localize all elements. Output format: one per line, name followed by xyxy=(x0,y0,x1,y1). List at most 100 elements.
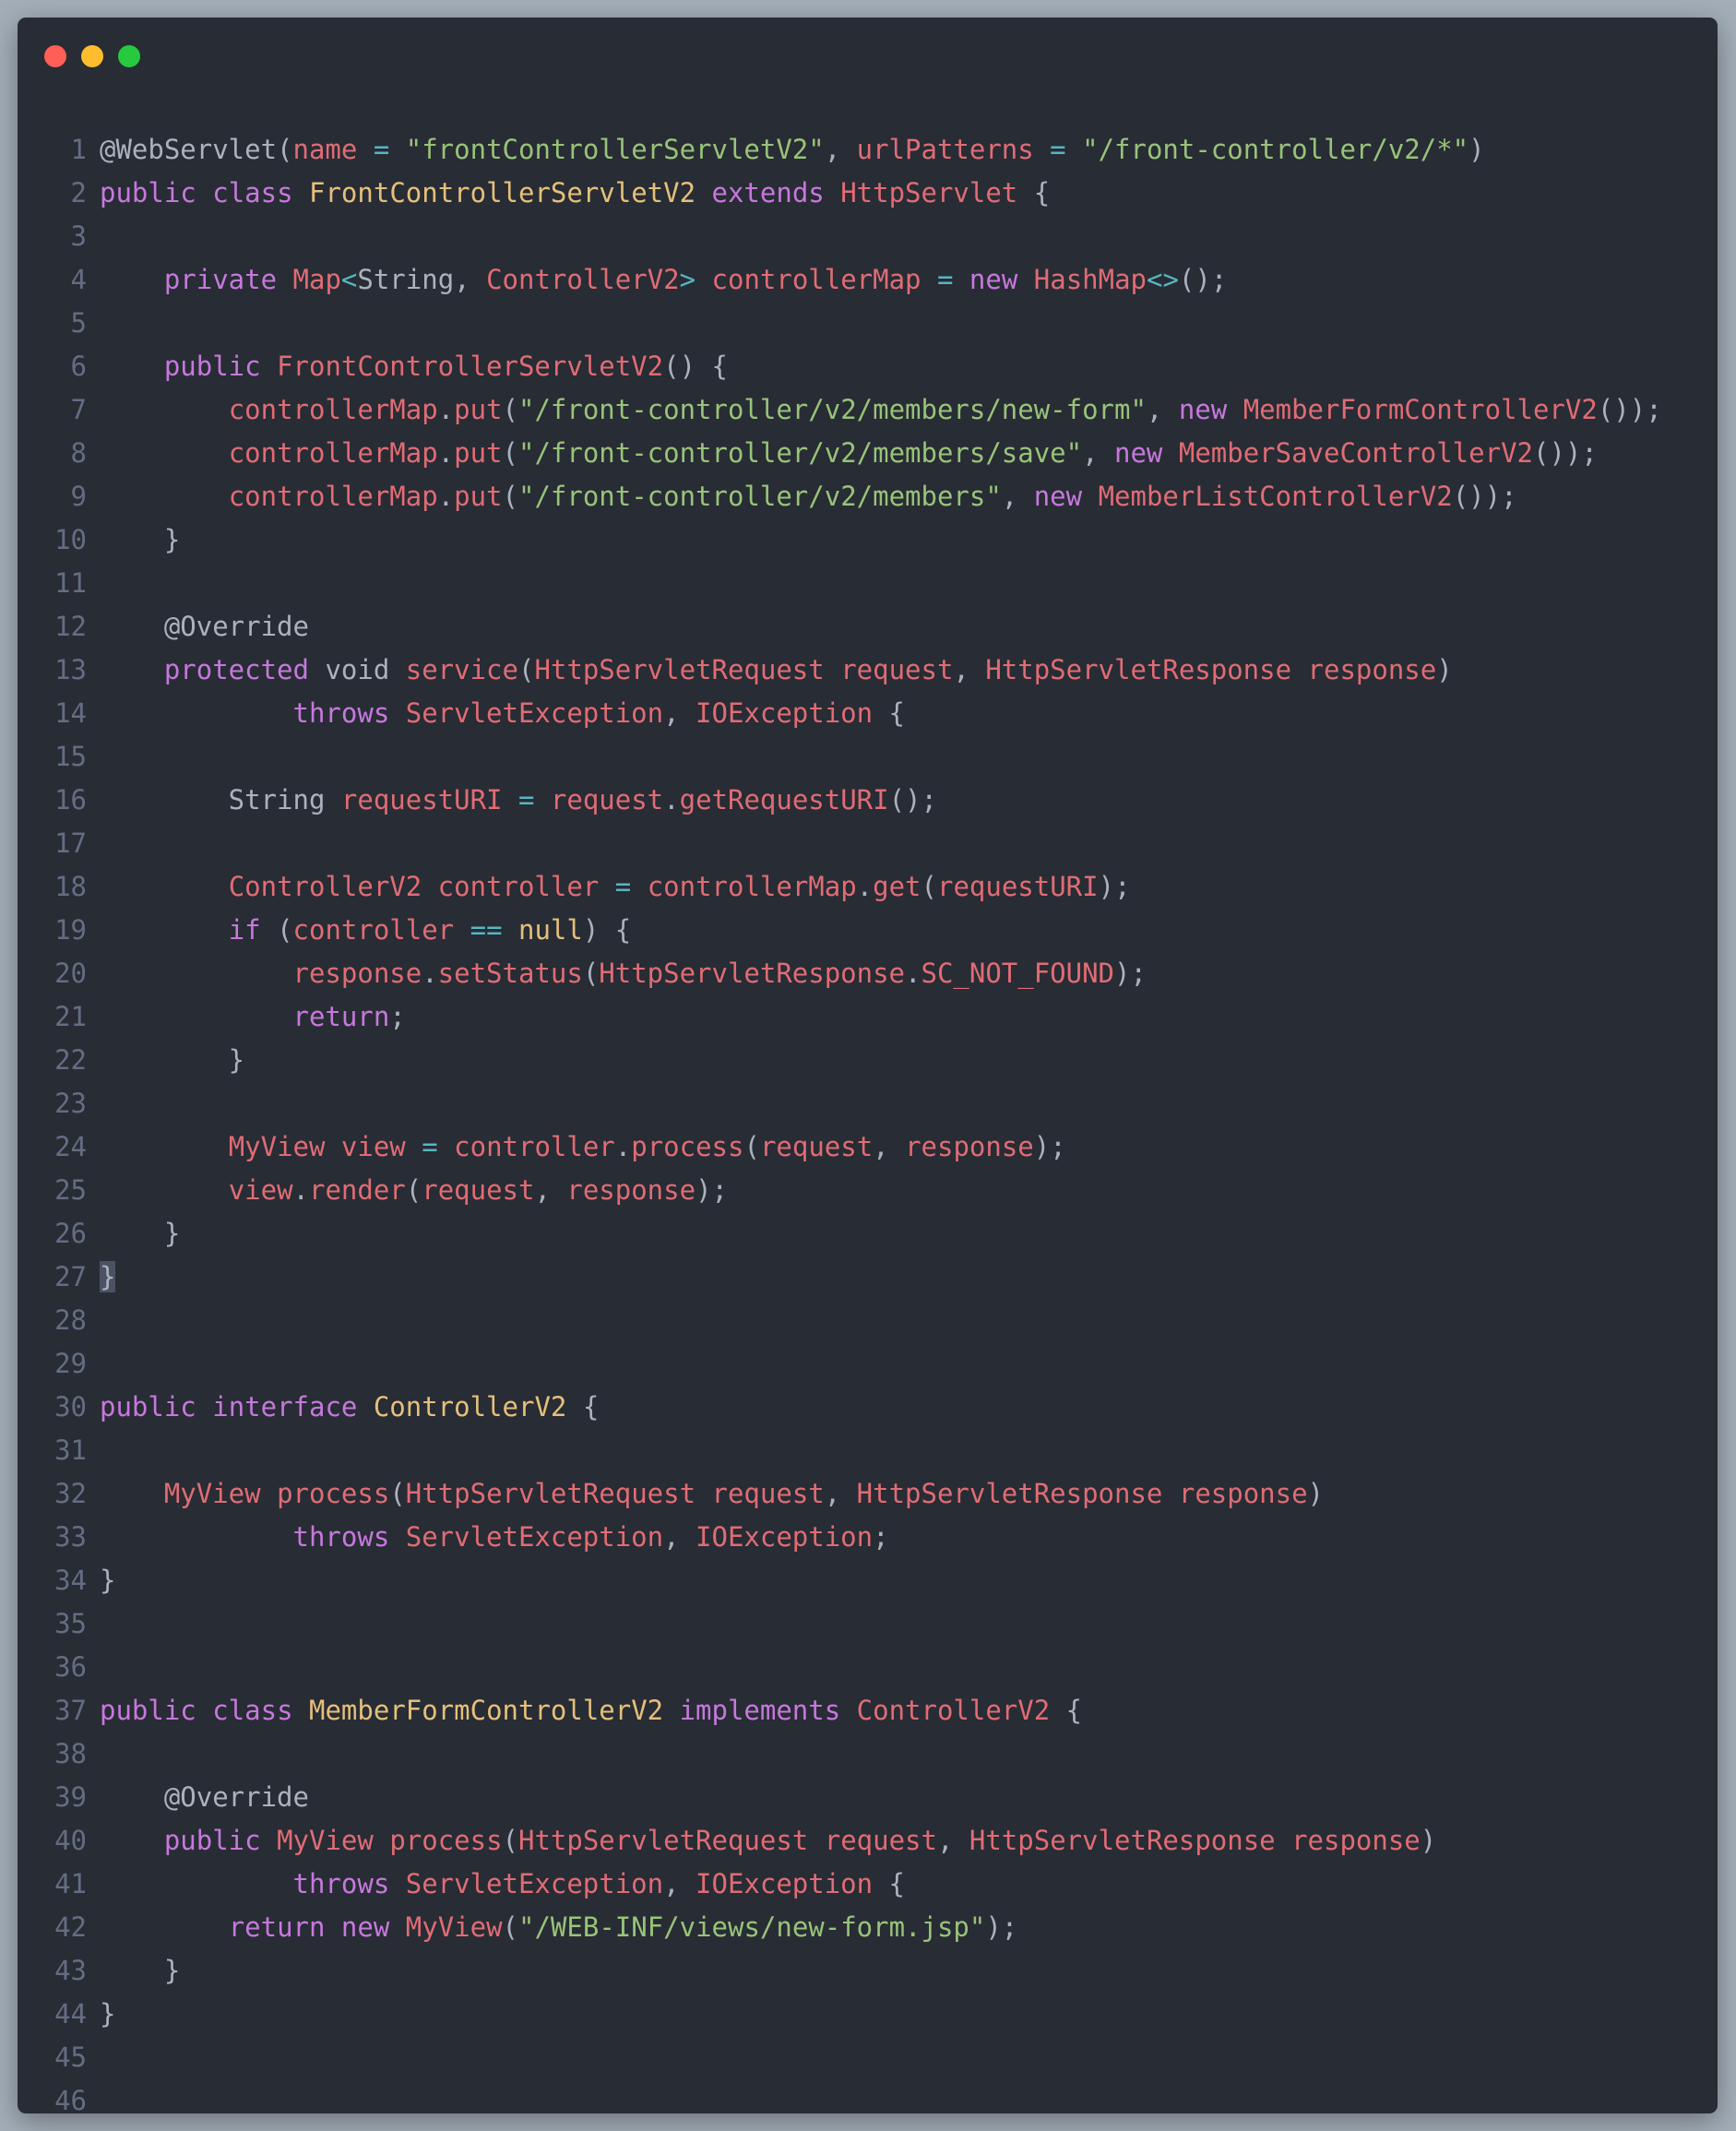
code-token: null xyxy=(518,914,583,946)
code-token: ()); xyxy=(1532,437,1598,469)
code-line: 22 } xyxy=(18,1039,1718,1082)
code-token: ); xyxy=(1098,871,1131,902)
code-token: = xyxy=(1050,134,1066,165)
line-text: throws ServletException, IOException { xyxy=(100,1863,906,1906)
code-token: { xyxy=(1017,177,1051,208)
line-number: 33 xyxy=(54,1521,87,1553)
line-number: 32 xyxy=(54,1478,87,1509)
code-token: put xyxy=(454,394,503,425)
line-number: 22 xyxy=(54,1044,87,1076)
code-token: @Override xyxy=(100,611,309,642)
line-number: 23 xyxy=(54,1088,87,1119)
line-number: 42 xyxy=(54,1911,87,1943)
code-token: . xyxy=(422,958,438,989)
code-token: } xyxy=(100,1998,116,2030)
code-token: "/front-controller/v2/members" xyxy=(518,481,1002,512)
line-number: 20 xyxy=(54,958,87,989)
code-line: 25 view.render(request, response); xyxy=(18,1169,1718,1212)
code-token: } xyxy=(100,524,181,555)
code-token: new xyxy=(1178,394,1228,425)
line-number: 2 xyxy=(70,177,87,208)
code-window: 1 @WebServlet(name = "frontControllerServ… xyxy=(18,18,1718,2113)
maximize-button[interactable] xyxy=(118,45,140,67)
code-token: MemberFormControllerV2 xyxy=(1243,394,1598,425)
code-token: throws xyxy=(292,1868,390,1899)
line-text: private Map<String, ControllerV2> contro… xyxy=(100,258,1227,302)
code-token: public xyxy=(100,1695,196,1726)
code-token: . xyxy=(905,958,922,989)
code-token: ) { xyxy=(582,914,632,946)
code-token: ); xyxy=(696,1174,728,1206)
code-token: response xyxy=(1307,654,1437,685)
code-line: 8 controllerMap.put("/front-controller/v… xyxy=(18,432,1718,475)
line-number: 4 xyxy=(70,264,87,295)
code-token: ()); xyxy=(1452,481,1517,512)
line-number: 35 xyxy=(54,1608,87,1639)
code-token: == xyxy=(470,914,503,946)
code-token: = xyxy=(517,784,535,815)
line-number: 16 xyxy=(54,784,87,815)
code-token: { xyxy=(1050,1695,1083,1726)
line-number: 25 xyxy=(54,1174,87,1206)
code-token: ); xyxy=(1033,1131,1066,1162)
code-token: HttpServlet xyxy=(840,177,1018,208)
line-number: 15 xyxy=(54,741,87,772)
code-token: if xyxy=(228,914,261,946)
code-token: (); xyxy=(1178,264,1228,295)
minimize-button[interactable] xyxy=(81,45,103,67)
code-token: controller xyxy=(454,1131,615,1162)
code-token: , xyxy=(663,1868,696,1899)
code-token: IOException xyxy=(696,1521,874,1553)
code-token: } xyxy=(100,1955,181,1986)
code-line: 46 xyxy=(18,2079,1718,2113)
code-token: . xyxy=(437,437,455,469)
code-token: = xyxy=(373,134,390,165)
code-line: 20 response.setStatus(HttpServletRespons… xyxy=(18,952,1718,995)
code-token: requestURI xyxy=(937,871,1099,902)
line-number: 30 xyxy=(54,1391,87,1423)
code-token: request xyxy=(711,1478,825,1509)
code-token: response xyxy=(1291,1825,1421,1856)
line-number: 28 xyxy=(54,1304,87,1336)
code-token: response xyxy=(292,958,422,989)
line-number: 17 xyxy=(54,827,87,859)
line-number: 27 xyxy=(54,1261,87,1292)
code-token: public xyxy=(163,351,261,382)
code-line: 42 return new MyView("/WEB-INF/views/new… xyxy=(18,1906,1718,1949)
code-token: SC_NOT_FOUND xyxy=(921,958,1114,989)
code-token: public xyxy=(163,1825,261,1856)
code-token: (); xyxy=(888,784,937,815)
line-text: } xyxy=(100,1993,115,2036)
code-token: , xyxy=(953,654,986,685)
code-token: , xyxy=(1001,481,1034,512)
code-token: @WebServlet( xyxy=(100,134,293,165)
code-token: service xyxy=(405,654,518,685)
code-editor[interactable]: 1 @WebServlet(name = "frontControllerServ… xyxy=(18,128,1718,2113)
code-token: ServletException xyxy=(405,1521,664,1553)
code-token: name xyxy=(292,134,358,165)
code-token: request xyxy=(550,784,664,815)
close-button[interactable] xyxy=(44,45,66,67)
code-line: 4 private Map<String, ControllerV2> cont… xyxy=(18,258,1718,302)
line-number: 37 xyxy=(54,1695,87,1726)
code-token: render xyxy=(309,1174,406,1206)
